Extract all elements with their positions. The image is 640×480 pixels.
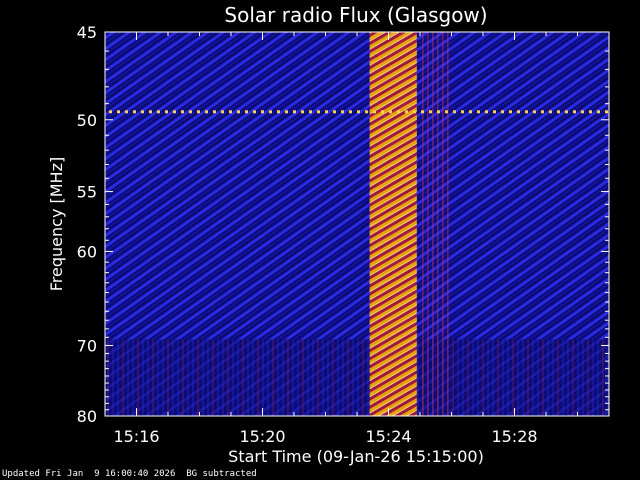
interference-dot: [125, 110, 128, 114]
interference-dot: [501, 110, 504, 114]
y-tick-label: 70: [77, 336, 97, 355]
plot-area: [105, 32, 609, 416]
interference-dot: [533, 110, 536, 114]
interference-dot: [517, 110, 520, 114]
x-tick-label: 15:28: [491, 427, 537, 446]
y-tick-label: 55: [77, 183, 97, 202]
lower-band-striations: [105, 339, 609, 416]
interference-dot: [421, 110, 424, 114]
interference-dot: [181, 110, 184, 114]
interference-dot: [253, 110, 256, 114]
interference-dot: [165, 110, 168, 114]
interference-dot: [245, 110, 248, 114]
interference-dot: [445, 110, 448, 114]
interference-dot: [469, 110, 472, 114]
interference-dot: [261, 110, 264, 114]
interference-dot: [389, 110, 392, 114]
y-tick-label: 45: [77, 23, 97, 42]
interference-dot: [605, 110, 608, 114]
interference-dot: [309, 110, 312, 114]
interference-dot: [525, 110, 528, 114]
y-tick-label: 50: [77, 111, 97, 130]
y-axis-label: Frequency [MHz]: [47, 157, 66, 291]
interference-dot: [133, 110, 136, 114]
burst-region: [369, 32, 417, 416]
interference-dot: [549, 110, 552, 114]
interference-dot: [477, 110, 480, 114]
interference-dot: [509, 110, 512, 114]
interference-dot: [285, 110, 288, 114]
interference-dot: [341, 110, 344, 114]
interference-dot: [557, 110, 560, 114]
interference-dot: [413, 110, 416, 114]
interference-dot: [373, 110, 376, 114]
interference-dot: [205, 110, 208, 114]
interference-dot: [381, 110, 384, 114]
interference-dot: [405, 110, 408, 114]
interference-dot: [597, 110, 600, 114]
footer-note: BG subtracted: [186, 469, 257, 479]
interference-layer: [109, 110, 608, 114]
interference-dot: [293, 110, 296, 114]
footer-updated: Updated Fri Jan 9 16:00:40 2026: [2, 469, 176, 479]
interference-dot: [461, 110, 464, 114]
interference-dot: [117, 110, 120, 114]
interference-dot: [237, 110, 240, 114]
x-tick-label: 15:24: [365, 427, 411, 446]
interference-dot: [349, 110, 352, 114]
interference-dot: [333, 110, 336, 114]
x-tick-label: 15:16: [113, 427, 159, 446]
interference-dot: [589, 110, 592, 114]
interference-dot: [429, 110, 432, 114]
interference-dot: [229, 110, 232, 114]
interference-dot: [485, 110, 488, 114]
interference-dot: [493, 110, 496, 114]
y-tick-label: 60: [77, 242, 97, 261]
interference-dot: [357, 110, 360, 114]
interference-dot: [197, 110, 200, 114]
interference-dot: [141, 110, 144, 114]
interference-dot: [437, 110, 440, 114]
footer: Updated Fri Jan 9 16:00:40 2026 BG subtr…: [2, 469, 257, 479]
x-axis-label: Start Time (09-Jan-26 15:15:00): [228, 447, 484, 466]
interference-dot: [573, 110, 576, 114]
interference-dot: [565, 110, 568, 114]
interference-dot: [213, 110, 216, 114]
y-tick-label: 80: [77, 407, 97, 426]
interference-dot: [109, 110, 112, 114]
interference-dot: [157, 110, 160, 114]
interference-dot: [453, 110, 456, 114]
interference-dot: [277, 110, 280, 114]
interference-dot: [301, 110, 304, 114]
interference-dot: [541, 110, 544, 114]
interference-dot: [365, 110, 368, 114]
interference-dot: [173, 110, 176, 114]
interference-dot: [269, 110, 272, 114]
x-tick-label: 15:20: [239, 427, 285, 446]
spectrogram-chart: Solar radio Flux (Glasgow) 455055607080 …: [47, 3, 610, 466]
interference-dot: [221, 110, 224, 114]
interference-dot: [397, 110, 400, 114]
interference-dot: [325, 110, 328, 114]
interference-dot: [317, 110, 320, 114]
interference-dot: [189, 110, 192, 114]
interference-dot: [149, 110, 152, 114]
chart-title: Solar radio Flux (Glasgow): [224, 3, 487, 27]
interference-dot: [581, 110, 584, 114]
